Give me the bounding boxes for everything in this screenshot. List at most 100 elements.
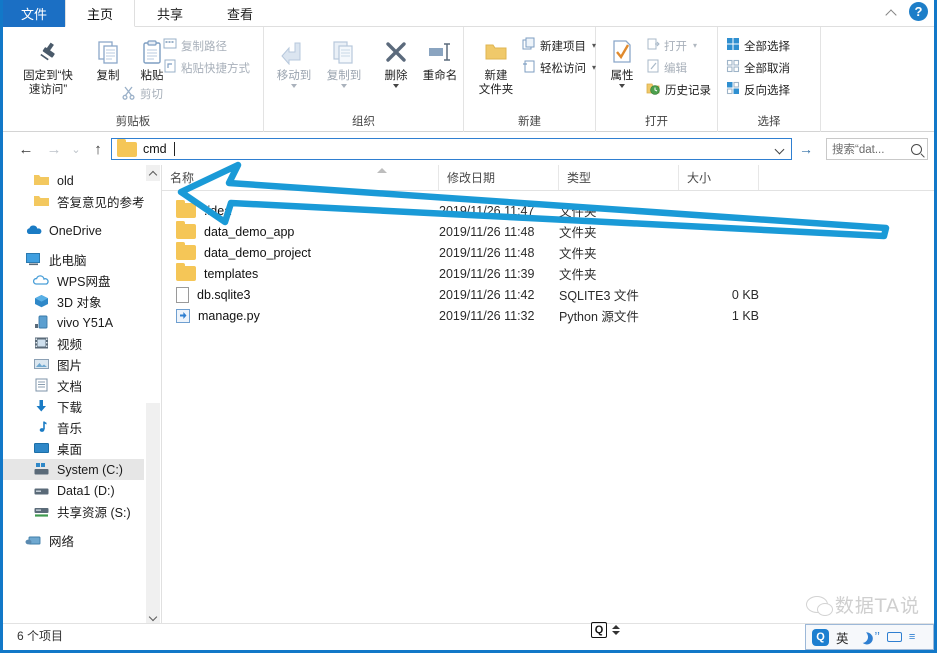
chevron-up-icon[interactable] [885, 5, 899, 19]
file-date: 2019/11/26 11:48 [439, 245, 535, 260]
move-to-label: 移动到 [276, 70, 312, 82]
sidebar-item-3d-objects[interactable]: 3D 对象 [3, 291, 144, 312]
ime-punctuation-icon[interactable]: ’’ [875, 630, 880, 644]
new-item-button[interactable]: 新建项目 ▾ [522, 37, 596, 54]
scroll-up-button[interactable] [146, 165, 160, 181]
rename-button[interactable]: 重命名 [416, 35, 464, 83]
sidebar-item-wps-cloud[interactable]: WPS网盘 [3, 270, 144, 291]
pin-to-quick-access-button[interactable]: 固定到“快 速访问” [11, 35, 85, 97]
recent-locations-icon[interactable]: ⌄ [65, 138, 87, 160]
sidebar-item-old[interactable]: old [3, 170, 144, 191]
tab-share[interactable]: 共享 [135, 0, 205, 27]
sidebar-item-desktop[interactable]: 桌面 [3, 438, 144, 459]
sidebar-item-network[interactable]: 网络 [3, 530, 144, 551]
table-row[interactable]: manage.py 2019/11/26 11:32 Python 源文件 1 … [162, 305, 934, 326]
keyboard-icon[interactable] [886, 632, 902, 642]
tab-home[interactable]: 主页 [65, 0, 135, 27]
navigation-pane-scrollbar[interactable] [146, 165, 160, 626]
new-folder-button[interactable]: 新建 文件夹 [472, 35, 520, 97]
go-arrow-icon[interactable]: → [795, 138, 817, 160]
ime-more-icon[interactable]: ≡ [909, 631, 915, 643]
triangle-up-icon[interactable] [612, 625, 620, 629]
scroll-widget[interactable]: Q [591, 619, 637, 641]
delete-button[interactable]: 删除 [374, 35, 418, 88]
select-none-button[interactable]: 全部取消 [726, 59, 790, 76]
cut-button[interactable]: 剪切 [121, 85, 163, 103]
table-row[interactable]: data_demo_app 2019/11/26 11:48 文件夹 [162, 221, 934, 242]
sidebar-item-documents[interactable]: 文档 [3, 375, 144, 396]
column-type[interactable]: 类型 [559, 165, 679, 190]
paste-icon [139, 35, 165, 69]
sidebar-item-label: 视频 [57, 338, 83, 352]
tab-file[interactable]: 文件 [3, 0, 65, 27]
column-spacer [759, 165, 935, 190]
navigation-pane[interactable]: old 答复意见的参考 OneDrive 此电脑 WPS网盘 3D 对象 viv… [3, 165, 144, 626]
copy-to-button[interactable]: 复制到 [320, 35, 368, 88]
file-list-pane[interactable]: 名称 修改日期 类型 大小 .idea 2019/11/26 11:47 文件夹… [161, 165, 934, 626]
ime-toolbar[interactable]: Q 英 ’’ ≡ [805, 624, 934, 650]
q-box-icon[interactable]: Q [591, 622, 607, 638]
sidebar-item-music[interactable]: 音乐 [3, 417, 144, 438]
sidebar-item-pictures[interactable]: 图片 [3, 354, 144, 375]
edit-button[interactable]: 编辑 [646, 59, 687, 76]
invert-selection-icon [726, 81, 740, 98]
history-button[interactable]: 历史记录 [646, 81, 711, 99]
up-down-arrows[interactable] [612, 625, 620, 635]
address-input[interactable]: cmd [111, 138, 792, 160]
invert-selection-button[interactable]: 反向选择 [726, 81, 790, 98]
copy-path-button[interactable]: 复制路径 [163, 37, 227, 54]
chevron-down-icon[interactable] [291, 84, 297, 88]
help-icon[interactable]: ? [909, 2, 928, 21]
table-row[interactable]: .idea 2019/11/26 11:47 文件夹 [162, 200, 934, 221]
search-icon[interactable] [911, 143, 922, 155]
back-arrow-icon[interactable]: ← [15, 138, 37, 160]
moon-icon[interactable] [854, 629, 869, 644]
table-row[interactable]: data_demo_project 2019/11/26 11:48 文件夹 [162, 242, 934, 263]
select-all-button[interactable]: 全部选择 [726, 37, 790, 54]
search-box[interactable]: 搜索“dat... [826, 138, 928, 160]
sidebar-item-label: 文档 [57, 380, 83, 394]
chevron-down-icon[interactable] [393, 84, 399, 88]
paste-shortcut-button[interactable]: 粘贴快捷方式 [163, 59, 250, 76]
column-date-modified[interactable]: 修改日期 [439, 165, 559, 190]
chevron-down-icon[interactable]: ▾ [693, 41, 697, 50]
file-date: 2019/11/26 11:39 [439, 266, 535, 281]
column-size[interactable]: 大小 [679, 165, 759, 190]
sidebar-item-onedrive[interactable]: OneDrive [3, 220, 144, 241]
up-arrow-icon[interactable]: ↑ [87, 138, 109, 160]
column-name[interactable]: 名称 [162, 165, 439, 190]
tab-view[interactable]: 查看 [205, 0, 275, 27]
sidebar-item-data1-d[interactable]: Data1 (D:) [3, 480, 144, 501]
ribbon-group-title-organize: 组织 [352, 116, 375, 128]
file-name: templates [204, 266, 259, 281]
sidebar-item-reference-folder[interactable]: 答复意见的参考 [3, 191, 144, 212]
chevron-down-icon[interactable] [775, 144, 785, 154]
system-drive-icon [33, 462, 50, 477]
easy-access-button[interactable]: 轻松访问 ▾ [522, 59, 596, 76]
paste-shortcut-label: 粘贴快捷方式 [181, 62, 250, 75]
chevron-down-icon[interactable] [619, 84, 625, 88]
address-value: cmd [143, 142, 167, 156]
ribbon-group-title-select: 选择 [757, 116, 781, 128]
ime-mode-label[interactable]: 英 [836, 628, 849, 647]
folder-icon [176, 200, 196, 218]
ime-logo-icon[interactable]: Q [812, 628, 829, 646]
file-date: 2019/11/26 11:47 [439, 203, 535, 218]
sidebar-item-system-c[interactable]: System (C:) [3, 459, 144, 480]
scrollbar-thumb[interactable] [146, 181, 160, 403]
open-button[interactable]: 打开 ▾ [646, 37, 697, 54]
table-row[interactable]: db.sqlite3 2019/11/26 11:42 SQLITE3 文件 0… [162, 284, 934, 305]
sidebar-item-vivo-y51a[interactable]: vivo Y51A [3, 312, 144, 333]
paste-shortcut-icon [163, 59, 177, 76]
sidebar-item-downloads[interactable]: 下载 [3, 396, 144, 417]
sidebar-item-this-pc[interactable]: 此电脑 [3, 249, 144, 270]
table-row[interactable]: templates 2019/11/26 11:39 文件夹 [162, 263, 934, 284]
chevron-down-icon[interactable] [341, 84, 347, 88]
copy-button[interactable]: 复制 [87, 35, 129, 83]
sidebar-item-shared-resources-s[interactable]: 共享资源 (S:) [3, 501, 144, 522]
move-to-button[interactable]: 移动到 [270, 35, 318, 88]
properties-button[interactable]: 属性 [602, 35, 642, 88]
sidebar-item-videos[interactable]: 视频 [3, 333, 144, 354]
forward-arrow-icon[interactable]: → [43, 138, 65, 160]
triangle-down-icon[interactable] [612, 631, 620, 635]
